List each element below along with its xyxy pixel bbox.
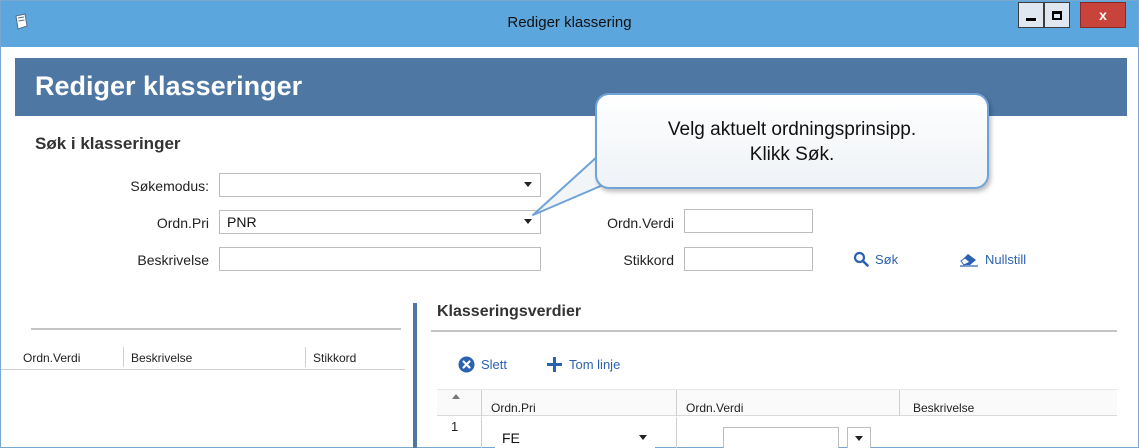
ordnpri-select[interactable]: PNR xyxy=(219,210,541,234)
maximize-icon xyxy=(1052,10,1062,20)
minimize-icon xyxy=(1026,17,1036,21)
title-bar: Rediger klassering x xyxy=(1,1,1138,47)
left-header-bottom xyxy=(1,369,405,370)
callout-line-1: Velg aktuelt ordningsprinsipp. xyxy=(667,119,917,140)
row-ordnpri-select[interactable]: FE xyxy=(495,427,655,448)
close-button[interactable]: x xyxy=(1080,2,1126,28)
ordnpri-label: Ordn.Pri xyxy=(156,215,209,231)
search-section-title: Søk i klasseringer xyxy=(35,134,181,153)
row-ordnverdi-dropdown[interactable] xyxy=(847,427,871,448)
values-panel-title: Klasseringsverdier xyxy=(437,303,582,320)
sokemodus-label: Søkemodus: xyxy=(130,178,209,194)
window-title: Rediger klassering xyxy=(507,14,632,31)
col-ordnverdi[interactable]: Ordn.Verdi xyxy=(686,401,743,415)
beskrivelse-label: Beskrivelse xyxy=(137,252,209,268)
callout-line-2: Klikk Søk. xyxy=(749,144,835,165)
delete-icon xyxy=(458,356,475,373)
panel-separator xyxy=(413,303,417,448)
delete-button[interactable]: Slett xyxy=(458,356,507,373)
left-col-stikkord[interactable]: Stikkord xyxy=(313,351,356,365)
ordnpri-value: PNR xyxy=(227,214,257,230)
stikkord-label: Stikkord xyxy=(623,252,674,268)
close-icon: x xyxy=(1099,7,1107,23)
column-divider xyxy=(899,390,900,416)
row-ordnverdi-input[interactable] xyxy=(723,427,839,448)
stikkord-input[interactable] xyxy=(684,247,813,271)
hint-callout: Velg aktuelt ordningsprinsipp. Klikk Søk… xyxy=(595,93,989,189)
eraser-icon xyxy=(960,254,978,267)
minimize-button[interactable] xyxy=(1018,2,1044,28)
values-divider xyxy=(431,330,1117,332)
maximize-button[interactable] xyxy=(1044,2,1070,28)
column-divider xyxy=(481,390,482,416)
column-divider xyxy=(676,390,677,416)
search-button-label: Søk xyxy=(875,251,899,267)
add-row-button[interactable]: Tom linje xyxy=(546,356,620,373)
reset-button-label: Nullstill xyxy=(985,251,1027,267)
sort-up-icon xyxy=(452,394,460,399)
reset-button[interactable]: Nullstill xyxy=(959,251,1026,267)
plus-icon xyxy=(547,357,562,372)
column-divider xyxy=(481,417,482,448)
column-divider xyxy=(676,417,677,448)
row-ordnpri-value: FE xyxy=(502,430,520,446)
left-col-beskrivelse[interactable]: Beskrivelse xyxy=(131,351,192,365)
column-divider xyxy=(123,347,124,367)
chevron-down-icon xyxy=(639,435,647,440)
col-beskrivelse[interactable]: Beskrivelse xyxy=(913,401,974,415)
chevron-down-icon xyxy=(855,436,863,441)
values-grid-header: Ordn.Pri Ordn.Verdi Beskrivelse xyxy=(437,389,1117,416)
row-number: 1 xyxy=(451,419,459,434)
add-row-button-label: Tom linje xyxy=(569,357,621,372)
page-title: Rediger klasseringer xyxy=(35,71,303,101)
delete-button-label: Slett xyxy=(481,357,508,372)
left-col-ordnverdi[interactable]: Ordn.Verdi xyxy=(23,351,80,365)
search-button[interactable]: Søk xyxy=(853,251,898,267)
table-row[interactable]: 1 FE xyxy=(437,417,1117,448)
left-divider xyxy=(31,328,401,330)
col-ordnpri[interactable]: Ordn.Pri xyxy=(491,401,536,415)
ordnverdi-input[interactable] xyxy=(684,209,813,233)
app-window: Rediger klassering x Rediger klasseringe… xyxy=(0,0,1139,448)
sokemodus-select[interactable] xyxy=(219,173,541,197)
beskrivelse-input[interactable] xyxy=(219,247,541,271)
search-icon xyxy=(853,251,869,267)
column-divider xyxy=(305,347,306,367)
